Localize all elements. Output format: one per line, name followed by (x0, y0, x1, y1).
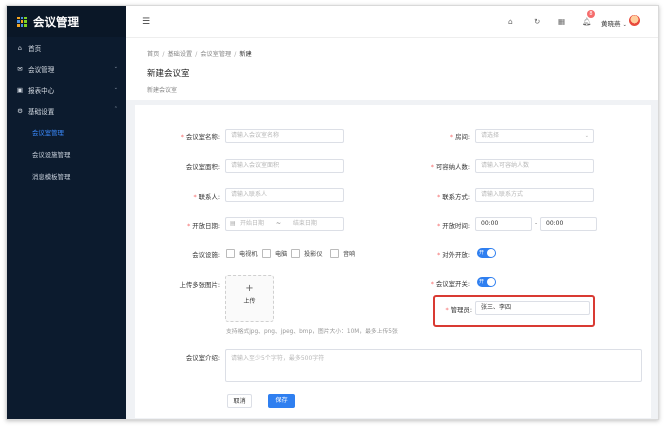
facility-checkbox-speaker[interactable]: 音响 (330, 249, 355, 258)
room-name-input[interactable]: 请输入会议室名称 (225, 129, 344, 143)
top-header: ☰ ⌂ ↻ ▦ 🔔︎ 8 黄晓燕 ⌄ (126, 6, 658, 38)
room-area-label: 会议室面积: (185, 163, 220, 171)
facility-checkbox-projector[interactable]: 投影仪 (291, 249, 323, 258)
toggle-knob (487, 249, 495, 257)
room-name-label: * 会议室名称: (180, 133, 220, 141)
user-name[interactable]: 黄晓燕 ⌄ (601, 18, 627, 28)
upload-button[interactable]: + 上传 (225, 275, 274, 322)
sidebar-subitem-room-management[interactable]: 会议室管理 (7, 121, 126, 143)
app-title: 会议管理 (33, 14, 79, 29)
save-button[interactable]: 保存 (268, 394, 295, 408)
room-select[interactable]: 请选择 ⌄ (475, 129, 594, 143)
mail-icon: ✉ (17, 64, 23, 73)
sidebar-item-reports[interactable]: ▣ 报表中心 ⌄ (7, 79, 126, 100)
breadcrumb-link[interactable]: 会议室管理 (200, 51, 231, 58)
sidebar-subitem-message-template[interactable]: 消息模板管理 (7, 165, 126, 187)
open-date-label: * 开放日期: (187, 222, 220, 230)
upload-text: 上传 (243, 298, 256, 305)
admin-input[interactable]: 张三、李四 (475, 301, 590, 315)
toggle-text: 开 (479, 279, 485, 285)
bell-icon[interactable]: 🔔︎ (582, 17, 592, 26)
checkbox[interactable] (291, 249, 300, 258)
calendar-icon: ▤ (230, 220, 236, 227)
facility-checkbox-computer[interactable]: 电脑 (262, 249, 287, 258)
toggle-text: 开 (479, 250, 485, 256)
facility-checkbox-tv[interactable]: 电视机 (226, 249, 258, 258)
plus-icon: + (245, 283, 254, 294)
gear-icon: ⚙ (17, 106, 23, 115)
page-header: 首页 / 基础设置 / 会议室管理 / 新建 新建会议室 新建会议室 (126, 38, 658, 100)
chart-icon: ▣ (16, 85, 24, 94)
chevron-down-icon: ⌄ (622, 22, 627, 28)
avatar[interactable] (629, 15, 640, 26)
cancel-button[interactable]: 取消 (227, 394, 252, 408)
chevron-down-icon: ⌄ (584, 133, 589, 139)
upload-hint: 支持格式jpg、png、jpeg、bmp，图片大小：10M，最多上传5张 (226, 329, 398, 335)
sidebar-item-settings[interactable]: ⚙ 基础设置 ⌃ (7, 100, 126, 121)
contact-input[interactable]: 请输入联系人 (225, 188, 344, 202)
sidebar-item-label: 会议管理 (28, 65, 55, 74)
home-icon[interactable]: ⌂ (508, 17, 513, 26)
notification-badge: 8 (587, 10, 595, 18)
public-label: * 对外开放: (437, 251, 470, 259)
breadcrumb-current: 新建 (239, 51, 252, 58)
time-separator: - (535, 220, 538, 227)
public-toggle[interactable]: 开 (477, 248, 496, 258)
room-label: * 房间: (449, 133, 470, 141)
apps-grid-icon[interactable]: ▦ (558, 17, 565, 26)
breadcrumb-link[interactable]: 首页 (147, 51, 159, 58)
sidebar-item-meeting[interactable]: ✉ 会议管理 ⌄ (7, 58, 126, 79)
breadcrumb-link[interactable]: 基础设置 (167, 51, 192, 58)
open-time-start[interactable]: 00:00 (475, 217, 532, 231)
sidebar: 会议管理 ⌂ 首页 ✉ 会议管理 ⌄ ▣ 报表中心 ⌄ ⚙ 基础设置 ⌃ 会议室… (7, 6, 126, 419)
capacity-label: * 可容纳人数: (430, 163, 470, 171)
page-subtitle: 新建会议室 (147, 87, 178, 94)
checkbox[interactable] (330, 249, 339, 258)
checkbox[interactable] (262, 249, 271, 258)
open-date-range-picker[interactable]: ▤ 开始日期 ~ 结束日期 (225, 217, 344, 231)
sidebar-subitem-facility-management[interactable]: 会议设施管理 (7, 143, 126, 165)
intro-label: 会议室介绍: (185, 354, 220, 362)
intro-textarea[interactable]: 请输入至少5个字符，最多500字符 (225, 349, 642, 382)
home-icon: ⌂ (17, 43, 23, 52)
refresh-icon[interactable]: ↻ (534, 17, 540, 26)
open-time-end[interactable]: 00:00 (540, 217, 597, 231)
start-date-placeholder: 开始日期 (240, 220, 265, 227)
menu-toggle-icon[interactable]: ☰ (142, 17, 150, 27)
chevron-up-icon: ⌃ (113, 106, 118, 112)
room-area-input[interactable]: 请输入会议室面积 (225, 159, 344, 173)
contact-method-input[interactable]: 请输入联系方式 (475, 188, 594, 202)
sidebar-item-label: 首页 (28, 44, 42, 53)
chevron-down-icon: ⌄ (113, 64, 118, 70)
end-date-placeholder: 结束日期 (292, 220, 317, 227)
breadcrumb: 首页 / 基础设置 / 会议室管理 / 新建 (147, 51, 252, 58)
chevron-down-icon: ⌄ (113, 85, 118, 91)
sidebar-item-label: 报表中心 (28, 86, 55, 95)
sidebar-item-label: 基础设置 (28, 107, 55, 116)
contact-label: * 联系人: (193, 193, 220, 201)
page-title: 新建会议室 (147, 69, 190, 79)
contact-method-label: * 联系方式: (437, 193, 470, 201)
facilities-label: 会议设施: (192, 251, 220, 259)
room-switch-toggle[interactable]: 开 (477, 277, 496, 287)
room-switch-label: * 会议室开关: (430, 280, 470, 288)
date-separator: ~ (275, 220, 281, 227)
sidebar-item-home[interactable]: ⌂ 首页 (7, 37, 126, 58)
app-logo[interactable]: 会议管理 (7, 6, 126, 37)
open-time-label: * 开放时间: (437, 222, 470, 230)
admin-label: * 管理员: (445, 306, 472, 314)
upload-label: 上传多张图片: (179, 281, 221, 289)
capacity-input[interactable]: 请输入可容纳人数 (475, 159, 594, 173)
checkbox[interactable] (226, 249, 235, 258)
toggle-knob (487, 278, 495, 286)
grid-logo-icon (17, 16, 27, 27)
